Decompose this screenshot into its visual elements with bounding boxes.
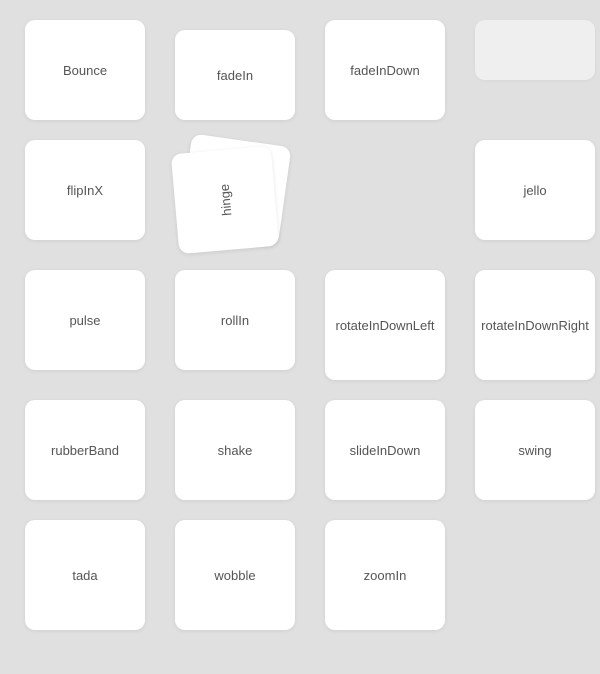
swing-label: swing xyxy=(518,443,551,458)
shake-card[interactable]: shake xyxy=(175,400,295,500)
empty-faded-card xyxy=(475,20,595,80)
rollIn-card[interactable]: rollIn xyxy=(175,270,295,370)
jello-card[interactable]: jello xyxy=(475,140,595,240)
hinge-label: hinge xyxy=(216,184,234,217)
zoomIn-label: zoomIn xyxy=(364,568,407,583)
wobble-card[interactable]: wobble xyxy=(175,520,295,630)
empty-cell-r5c4 xyxy=(475,520,595,620)
tada-label: tada xyxy=(72,568,97,583)
slideInDown-card[interactable]: slideInDown xyxy=(325,400,445,500)
fadeIn-label: fadeIn xyxy=(217,68,253,83)
hinge-card-front: hinge xyxy=(171,146,279,254)
fadeIn-card[interactable]: fadeIn xyxy=(175,30,295,120)
rubberBand-card[interactable]: rubberBand xyxy=(25,400,145,500)
flipInX-label: flipInX xyxy=(67,183,103,198)
flipInX-card[interactable]: flipInX xyxy=(25,140,145,240)
rollIn-label: rollIn xyxy=(221,313,249,328)
empty-cell-r2c3 xyxy=(325,140,445,240)
slideInDown-label: slideInDown xyxy=(350,443,421,458)
rotateInDownLeft-label: rotateInDownLeft xyxy=(335,318,434,333)
bounce-label: Bounce xyxy=(63,63,107,78)
rotateInDownRight-label: rotateInDownRight xyxy=(481,318,589,333)
swing-card[interactable]: swing xyxy=(475,400,595,500)
rotateInDownRight-card[interactable]: rotateInDownRight xyxy=(475,270,595,380)
bounce-card[interactable]: Bounce xyxy=(25,20,145,120)
pulse-card[interactable]: pulse xyxy=(25,270,145,370)
rubberBand-label: rubberBand xyxy=(51,443,119,458)
zoomIn-card[interactable]: zoomIn xyxy=(325,520,445,630)
shake-label: shake xyxy=(218,443,253,458)
fadeInDown-label: fadeInDown xyxy=(350,63,419,78)
jello-label: jello xyxy=(523,183,546,198)
pulse-label: pulse xyxy=(69,313,100,328)
fadeInDown-card[interactable]: fadeInDown xyxy=(325,20,445,120)
rotateInDownLeft-card[interactable]: rotateInDownLeft xyxy=(325,270,445,380)
tada-card[interactable]: tada xyxy=(25,520,145,630)
hinge-wrapper[interactable]: hinge xyxy=(175,140,305,250)
wobble-label: wobble xyxy=(214,568,255,583)
